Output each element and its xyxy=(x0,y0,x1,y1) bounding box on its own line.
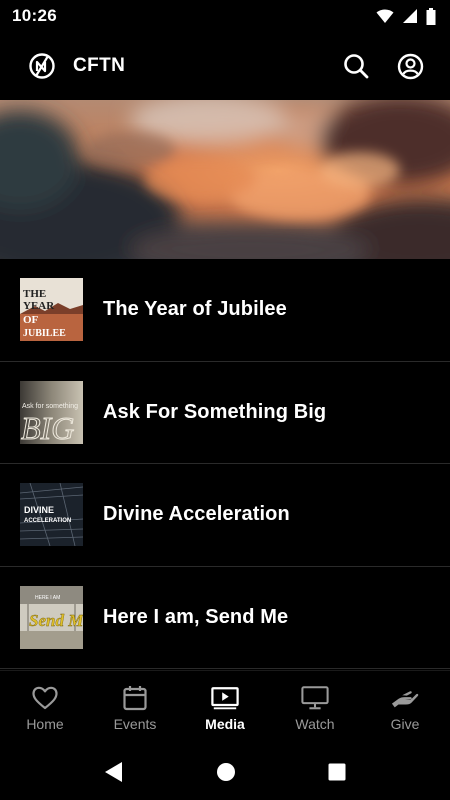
nav-label: Watch xyxy=(295,715,335,732)
nav-give[interactable]: Give xyxy=(360,671,450,744)
monitor-icon xyxy=(301,685,329,709)
svg-text:BIG: BIG xyxy=(21,410,74,444)
nav-label: Media xyxy=(205,715,245,732)
nav-label: Home xyxy=(26,715,64,732)
cell-signal-icon xyxy=(403,9,417,23)
search-button[interactable] xyxy=(342,52,370,80)
list-item[interactable]: DIVINE ACCELERATION Divine Acceleration xyxy=(0,464,450,567)
media-series-list: THE YEAR OF JUBILEE The Year of Jubilee … xyxy=(0,259,450,669)
hero-banner-image[interactable] xyxy=(0,100,450,259)
hero-clouds-image xyxy=(0,100,450,259)
nav-events[interactable]: Events xyxy=(90,671,180,744)
svg-text:YEAR: YEAR xyxy=(23,300,55,312)
svg-text:JUBILEE: JUBILEE xyxy=(23,328,66,339)
nav-label: Events xyxy=(113,715,157,732)
app-title: CFTN xyxy=(73,55,126,76)
jubilee-artwork-icon: THE YEAR OF JUBILEE xyxy=(20,278,83,342)
play-screen-icon xyxy=(211,686,239,709)
account-button[interactable] xyxy=(396,52,424,80)
svg-text:Ask for something: Ask for something xyxy=(22,403,78,410)
heart-icon xyxy=(32,686,58,709)
list-item[interactable]: HERE I AM Send Me Here I am, Send Me xyxy=(0,567,450,669)
home-circle-icon[interactable] xyxy=(216,762,236,782)
svg-text:HERE I AM: HERE I AM xyxy=(35,595,60,601)
cftn-logo-icon[interactable] xyxy=(28,52,56,80)
media-title: Ask For Something Big xyxy=(103,400,327,423)
send-me-artwork-icon: HERE I AM Send Me xyxy=(20,585,83,649)
recents-square-icon[interactable] xyxy=(328,763,346,781)
back-icon[interactable] xyxy=(104,761,124,783)
battery-icon xyxy=(426,7,436,25)
svg-text:THE: THE xyxy=(23,288,46,300)
divine-acceleration-artwork-icon: DIVINE ACCELERATION xyxy=(20,483,83,547)
bottom-navigation: Home Events Media Watch Give xyxy=(0,670,450,744)
svg-text:OF: OF xyxy=(23,314,39,326)
search-icon xyxy=(344,54,369,79)
nav-label: Give xyxy=(390,715,420,732)
svg-text:Send Me: Send Me xyxy=(29,611,83,630)
list-item[interactable]: Ask for something BIG Ask For Something … xyxy=(0,362,450,464)
media-title: Divine Acceleration xyxy=(103,503,290,526)
list-item[interactable]: THE YEAR OF JUBILEE The Year of Jubilee xyxy=(0,259,450,362)
status-bar: 10:26 xyxy=(0,0,450,32)
app-header: CFTN xyxy=(0,32,450,100)
hand-icon xyxy=(391,690,419,707)
system-navigation-bar xyxy=(0,744,450,800)
status-time: 10:26 xyxy=(12,6,57,25)
media-title: Here I am, Send Me xyxy=(103,605,289,628)
account-icon xyxy=(397,53,423,79)
nav-watch[interactable]: Watch xyxy=(270,671,360,744)
status-icons xyxy=(376,7,436,25)
nav-media[interactable]: Media xyxy=(180,671,270,744)
svg-text:ACCELERATION: ACCELERATION xyxy=(24,518,71,524)
media-title: The Year of Jubilee xyxy=(103,298,287,321)
svg-text:DIVINE: DIVINE xyxy=(24,505,54,515)
nav-home[interactable]: Home xyxy=(0,671,90,744)
calendar-icon xyxy=(123,685,147,710)
big-artwork-icon: Ask for something BIG xyxy=(20,380,83,444)
wifi-icon xyxy=(376,9,394,23)
